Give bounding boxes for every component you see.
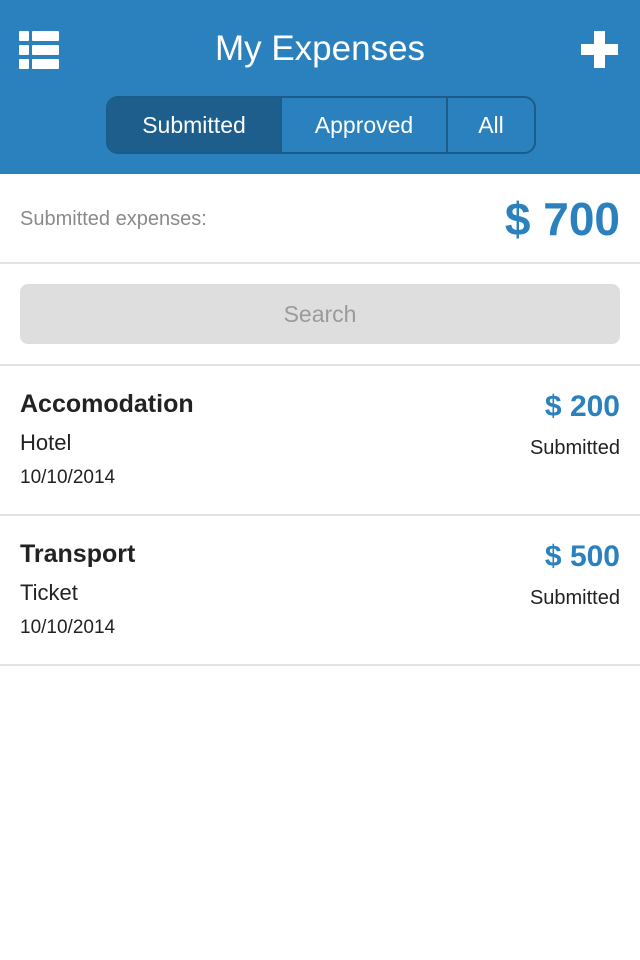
expense-amount: $ 200 [544,390,620,423]
expense-name: Transport [20,540,136,568]
expense-status: Submitted [529,587,620,609]
list-item[interactable]: Accomodation Hotel 10/10/2014 $ 200 Subm… [0,366,640,516]
tab-approved[interactable]: Approved [280,98,446,152]
plus-icon[interactable] [581,31,618,68]
summary-label: Submitted expenses: [20,208,207,230]
summary-total: $ 700 [504,193,620,245]
tab-all[interactable]: All [446,98,534,152]
expense-amount: $ 500 [544,540,620,573]
header-bar: My Expenses Submitted Approved All [0,0,640,174]
expense-date: 10/10/2014 [20,617,116,638]
expense-date: 10/10/2014 [20,467,116,488]
page-title: My Expenses [214,29,426,68]
expense-type: Ticket [20,580,78,605]
expense-name: Accomodation [20,390,194,418]
tab-submitted[interactable]: Submitted [108,98,280,152]
search-bar [0,264,640,366]
expense-status: Submitted [529,437,620,459]
expense-type: Hotel [20,430,72,455]
search-input[interactable] [20,284,620,344]
segmented-control: Submitted Approved All [106,96,536,154]
list-item[interactable]: Transport Ticket 10/10/2014 $ 500 Submit… [0,516,640,666]
summary-row: Submitted expenses: $ 700 [0,174,640,264]
